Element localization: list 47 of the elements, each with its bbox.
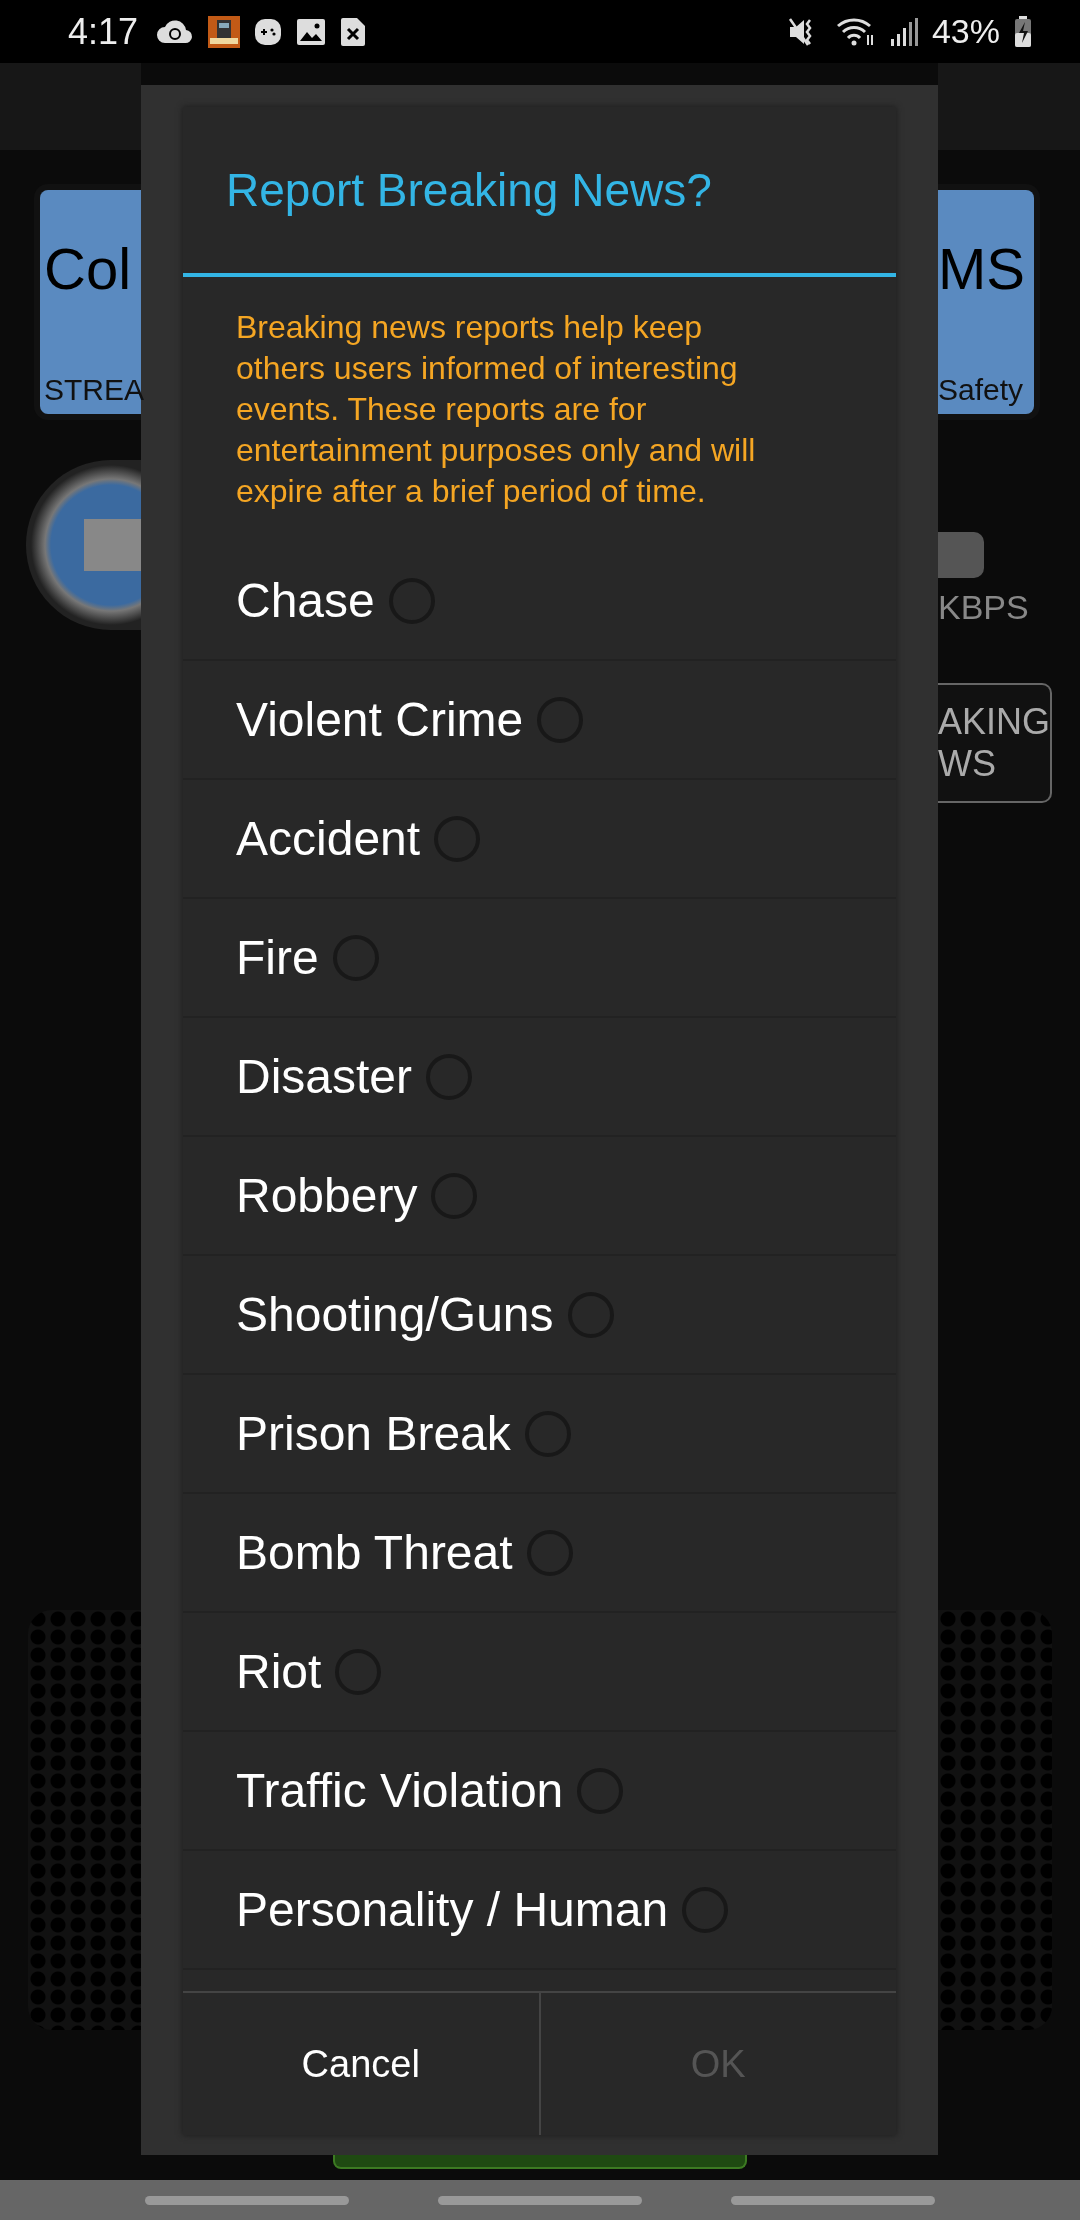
- battery-percent: 43%: [931, 12, 1000, 51]
- panel-title: MS: [938, 240, 1025, 298]
- panel-subtitle: Safety: [938, 372, 1024, 408]
- nav-handle[interactable]: [731, 2195, 936, 2205]
- option-row[interactable]: Robbery: [183, 1137, 896, 1256]
- option-label: Disaster: [236, 1049, 413, 1104]
- option-row[interactable]: Disaster: [183, 1018, 896, 1137]
- dialog-title: Report Breaking News?: [225, 163, 713, 218]
- option-row[interactable]: Accident: [183, 780, 896, 899]
- dialog-message: Breaking news reports help keep others users informed of interesting events. These reports are for entertainment purposes only and will expire after a brief period of time.: [235, 308, 757, 511]
- close-file-icon: [340, 16, 367, 47]
- rate-label: KBPS: [938, 588, 1030, 627]
- battery-charging-icon: [1014, 15, 1032, 48]
- game-controller-icon: [254, 17, 283, 46]
- option-label: Violent Crime: [236, 692, 524, 747]
- safety-panel[interactable]: MS Safety: [938, 184, 1040, 420]
- wifi-icon: [835, 16, 876, 47]
- option-label: Prison Break: [236, 1406, 511, 1461]
- signal-icon: [889, 16, 918, 47]
- nav-handle[interactable]: [438, 2195, 642, 2205]
- option-row[interactable]: Shooting/Guns: [183, 1256, 896, 1375]
- breaking-news-button[interactable]: AKING WS: [938, 683, 1052, 803]
- status-time: 4:17: [68, 10, 139, 53]
- dialog-button[interactable]: Cancel: [183, 1993, 539, 2135]
- app-icon: [208, 15, 241, 48]
- option-label: Fire: [236, 930, 319, 985]
- image-icon: [296, 17, 327, 46]
- option-row[interactable]: Prison Break: [183, 1375, 896, 1494]
- option-label: Chase: [236, 573, 375, 628]
- option-row[interactable]: Bomb Threat: [183, 1494, 896, 1613]
- option-row[interactable]: Chase: [183, 542, 896, 661]
- nav-handle[interactable]: [144, 2195, 349, 2205]
- option-label: Personality / Human: [236, 1882, 669, 1937]
- option-row[interactable]: Personality / Human: [183, 1851, 896, 1970]
- option-row[interactable]: Violent Crime: [183, 661, 896, 780]
- option-row[interactable]: Fire: [183, 899, 896, 1018]
- panel-title: Col: [44, 240, 133, 298]
- option-label: Robbery: [236, 1168, 418, 1223]
- cloud-sync-icon: [156, 18, 195, 45]
- option-label: Accident: [236, 811, 421, 866]
- option-label: Bomb Threat: [236, 1525, 513, 1580]
- option-label: Shooting/Guns: [236, 1287, 554, 1342]
- option-row[interactable]: Riot: [183, 1613, 896, 1732]
- slider-track[interactable]: [938, 532, 984, 578]
- option-label: Riot: [236, 1644, 322, 1699]
- option-label: Traffic Violation: [236, 1763, 564, 1818]
- option-row[interactable]: Traffic Violation: [183, 1732, 896, 1851]
